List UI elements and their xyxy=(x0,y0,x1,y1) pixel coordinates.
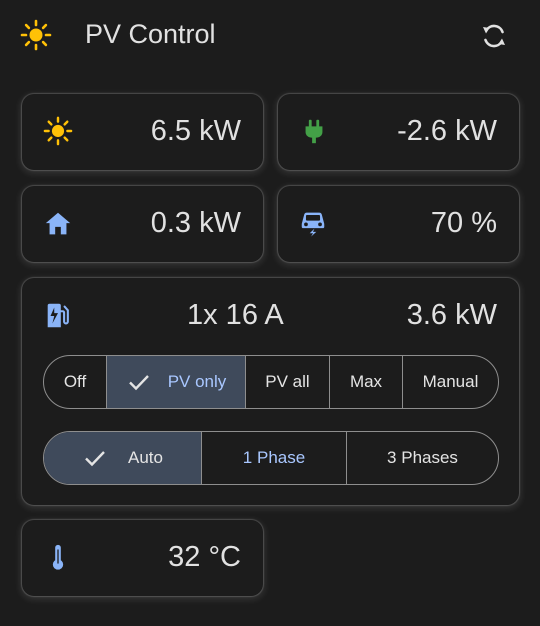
phase-3-button[interactable]: 3 Phases xyxy=(346,432,498,484)
phase-1-label: 1 Phase xyxy=(242,448,306,467)
ev-station-icon xyxy=(47,303,69,328)
phase-1-button[interactable]: 1 Phase xyxy=(201,432,346,484)
check-icon xyxy=(85,451,105,467)
grid-power-tile[interactable]: -2.6 kW xyxy=(278,94,519,170)
mode-manual-button[interactable]: Manual xyxy=(402,356,498,408)
plug-icon xyxy=(305,119,323,144)
solar-power-tile[interactable]: 6.5 kW xyxy=(22,94,263,170)
home-icon xyxy=(45,212,71,235)
home-power-tile[interactable]: 0.3 kW xyxy=(22,186,263,262)
mode-max-button[interactable]: Max xyxy=(329,356,402,408)
temperature-value: 32 °C xyxy=(168,541,241,573)
page-title: PV Control xyxy=(85,19,216,49)
mode-manual-label: Manual xyxy=(422,372,479,391)
mode-pv-all-button[interactable]: PV all xyxy=(245,356,329,408)
sun-icon xyxy=(43,116,73,146)
check-icon xyxy=(128,375,149,391)
phase-selector: Auto 1 Phase 3 Phases xyxy=(43,431,499,485)
mode-max-label: Max xyxy=(349,372,383,391)
phase-auto-button[interactable]: Auto xyxy=(44,432,201,484)
app-header: PV Control xyxy=(0,0,540,70)
phase-3-label: 3 Phases xyxy=(387,448,458,467)
sun-icon xyxy=(20,19,52,51)
charge-mode-selector: Off PV only PV all Max Manual xyxy=(43,355,499,409)
temperature-tile[interactable]: 32 °C xyxy=(22,520,263,596)
car-charge-tile[interactable]: 70 % xyxy=(278,186,519,262)
charger-current: 1x 16 A xyxy=(187,299,284,331)
car-charging-icon xyxy=(301,212,325,237)
mode-off-label: Off xyxy=(63,372,87,391)
home-power-value: 0.3 kW xyxy=(150,207,241,239)
refresh-icon[interactable] xyxy=(478,20,510,52)
charger-card: 1x 16 A 3.6 kW Off PV only PV all Max Ma… xyxy=(22,278,519,505)
mode-pv-only-button[interactable]: PV only xyxy=(106,356,245,408)
mode-off-button[interactable]: Off xyxy=(44,356,106,408)
mode-pv-only-label: PV only xyxy=(167,372,227,391)
thermometer-icon xyxy=(52,544,64,570)
car-charge-value: 70 % xyxy=(430,207,497,239)
mode-pv-all-label: PV all xyxy=(265,372,310,391)
charger-power: 3.6 kW xyxy=(406,299,497,331)
solar-power-value: 6.5 kW xyxy=(150,115,241,147)
phase-auto-label: Auto xyxy=(128,448,163,467)
grid-power-value: -2.6 kW xyxy=(397,115,497,147)
